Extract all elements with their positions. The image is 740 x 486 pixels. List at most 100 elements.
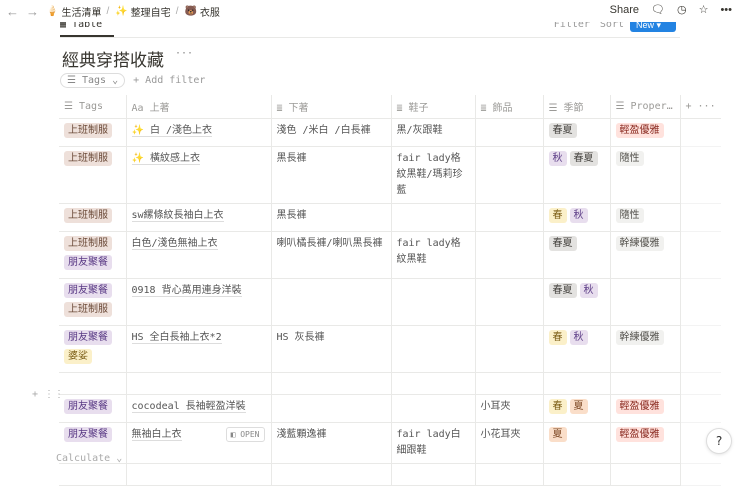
table-row[interactable]: 朋友聚餐 婆娑 HS 全白長袖上衣*2 HS 灰長褲 春秋幹練優雅 [59,325,721,373]
season-cell[interactable]: 春夏 [542,231,610,279]
acc-cell[interactable] [474,203,543,232]
top-cell[interactable] [125,372,271,395]
shoes-cell[interactable] [390,203,475,232]
top-cell[interactable]: 無袖白上衣 ◧ OPEN [125,422,271,464]
table-row[interactable]: 朋友聚餐 cocodeal 長袖輕盈洋裝 小耳夾春夏輕盈優雅 [59,394,721,423]
table-row[interactable]: 上班制服 ✨ 橫紋感上衣 黑長褲 fair lady格紋黑鞋/瑪莉珍藍 秋春夏 隨性 [59,146,721,204]
bottom-cell[interactable]: 黑長褲 [270,203,391,232]
acc-cell[interactable] [474,278,543,326]
table-row[interactable] [59,463,721,486]
acc-cell[interactable]: 小花耳夾 [474,422,543,464]
new-button[interactable]: New ▾ [630,22,676,32]
shoes-cell[interactable] [390,278,475,326]
season-cell[interactable]: 春夏秋 [542,278,610,326]
help-button[interactable]: ? [706,428,732,454]
shoes-cell[interactable] [390,372,475,395]
breadcrumb-3[interactable]: 🐻 衣服 [184,4,219,19]
view-tools[interactable]: Filter Sort [554,22,624,30]
drag-handle-icon[interactable]: + ⋮⋮ [32,389,64,400]
top-cell[interactable]: sw縲條紋長袖白上衣 [125,203,271,232]
bottom-cell[interactable] [270,463,391,486]
top-cell[interactable]: 白色/淺色無袖上衣 [125,231,271,279]
table-row[interactable]: 朋友聚餐 無袖白上衣 ◧ OPEN 淺藍顆逸褲 fair lady白細跟鞋 小花耳夾 夏 輕盈… [59,422,721,464]
prop-cell[interactable]: 隨性 [609,146,680,204]
shoes-cell[interactable] [390,463,475,486]
tags-cell[interactable] [59,463,126,486]
tags-cell[interactable] [59,372,126,395]
bottom-cell[interactable]: 黑長褲 [270,146,391,204]
season-cell[interactable] [542,372,610,395]
breadcrumb-1[interactable]: 🍦 生活清單 [46,4,101,19]
back-icon[interactable]: ← [6,4,20,19]
acc-cell[interactable] [474,463,543,486]
prop-cell[interactable]: 幹練優雅 [609,325,680,373]
tags-cell[interactable]: 上班制服 [59,203,126,232]
shoes-cell[interactable]: 黑/灰跟鞋 [390,118,475,147]
season-cell[interactable] [542,463,610,486]
breadcrumb-2[interactable]: ✨ 整理自宅 [115,4,170,19]
shoes-cell[interactable]: fair lady格紋黑鞋 [390,231,475,279]
top-cell[interactable]: HS 全白長袖上衣*2 [125,325,271,373]
tags-filter-chip[interactable]: ☰ Tags ⌄ [60,73,126,88]
season-cell[interactable]: 春夏 [542,118,610,147]
table-row[interactable]: 上班制服 朋友聚餐 白色/淺色無袖上衣 喇叭橘長褲/喇叭黑長褲 fair lady格紋黑… [59,231,721,279]
column-header[interactable]: ≣ 鞋子 [390,95,475,119]
prop-cell[interactable] [609,278,680,326]
tags-cell[interactable]: 朋友聚餐 上班制服 [59,278,126,326]
acc-cell[interactable] [474,325,543,373]
add-column-button[interactable]: + ··· [679,95,721,119]
season-cell[interactable]: 秋春夏 [542,146,610,204]
column-header[interactable]: ≣ 飾品 [474,95,543,119]
tags-cell[interactable]: 朋友聚餐 婆娑 [59,325,126,373]
history-icon[interactable]: ◷ [677,3,687,16]
season-cell[interactable]: 夏 [542,422,610,464]
comment-icon[interactable]: 🗨 [651,3,665,16]
bottom-cell[interactable]: 淺色 /米白 /白長褲 [270,118,391,147]
tags-cell[interactable]: 朋友聚餐 [59,394,126,423]
acc-cell[interactable] [474,372,543,395]
bottom-cell[interactable] [270,394,391,423]
prop-cell[interactable]: 隨性 [609,203,680,232]
column-header[interactable]: ☰ Tags [59,95,126,119]
open-button[interactable]: ◧ OPEN [225,426,265,442]
acc-cell[interactable] [474,118,543,147]
shoes-cell[interactable] [390,325,475,373]
calculate-button[interactable]: Calculate ⌄ [56,453,122,464]
top-cell[interactable]: ✨ 橫紋感上衣 [125,146,271,204]
top-cell[interactable]: ✨ 白 /淺色上衣 [125,118,271,147]
prop-cell[interactable] [609,372,680,395]
season-cell[interactable]: 春夏 [542,394,610,423]
prop-cell[interactable]: 輕盈優雅 [609,118,680,147]
top-cell[interactable]: 0918 背心萬用連身洋裝 [125,278,271,326]
prop-cell[interactable]: 幹練優雅 [609,231,680,279]
table-row[interactable]: 上班制服 ✨ 白 /淺色上衣 淺色 /米白 /白長褲 黑/灰跟鞋 春夏 輕盈優雅 [59,118,721,147]
share-button[interactable]: Share [610,4,639,16]
acc-cell[interactable]: 小耳夾 [474,394,543,423]
tab-table[interactable]: ▦ Table [60,22,114,37]
bottom-cell[interactable]: HS 灰長褲 [270,325,391,373]
acc-cell[interactable] [474,146,543,204]
column-header[interactable]: Aa 上著 [125,95,271,119]
prop-cell[interactable]: 輕盈優雅 [609,394,680,423]
bottom-cell[interactable] [270,372,391,395]
acc-cell[interactable] [474,231,543,279]
shoes-cell[interactable] [390,394,475,423]
column-header[interactable]: ☰ Proper… [609,95,680,119]
prop-cell[interactable] [609,463,680,486]
bottom-cell[interactable]: 淺藍顆逸褲 [270,422,391,464]
shoes-cell[interactable]: fair lady格紋黑鞋/瑪莉珍藍 [390,146,475,204]
prop-cell[interactable]: 輕盈優雅 [609,422,680,464]
season-cell[interactable]: 春秋 [542,325,610,373]
season-cell[interactable]: 春秋 [542,203,610,232]
table-row[interactable]: 朋友聚餐 上班制服 0918 背心萬用連身洋裝 春夏秋 [59,278,721,326]
table-row[interactable]: 上班制服 sw縲條紋長袖白上衣 黑長褲 春秋隨性 [59,203,721,232]
column-header[interactable]: ☰ 季節 [542,95,610,119]
forward-icon[interactable]: → [26,4,40,19]
tags-cell[interactable]: 上班制服 [59,146,126,204]
add-filter-button[interactable]: + Add filter [133,75,205,86]
table-row[interactable] [59,372,721,395]
more-icon[interactable]: ··· [175,48,193,59]
bottom-cell[interactable] [270,278,391,326]
tags-cell[interactable]: 上班制服 [59,118,126,147]
star-icon[interactable]: ☆ [699,3,709,16]
